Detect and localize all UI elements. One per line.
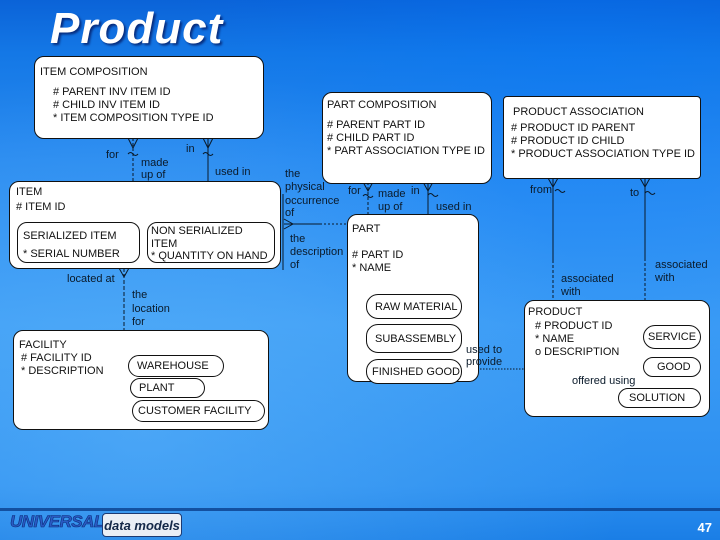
attribute: # CHILD PART ID xyxy=(327,132,415,144)
subtype-label: PLANT xyxy=(139,382,175,394)
rel-label-pc-made: made xyxy=(378,188,406,200)
subtype-label: SOLUTION xyxy=(629,392,686,404)
attribute: # ITEM ID xyxy=(16,201,66,213)
logo-data-models: data models xyxy=(102,513,182,537)
rel-label-ic-in: in xyxy=(186,143,195,155)
entity-name: FACILITY xyxy=(19,339,67,351)
attribute: * PART ASSOCIATION TYPE ID xyxy=(327,145,485,157)
subtype-label: SUBASSEMBLY xyxy=(375,332,457,345)
subtype-label: SERVICE xyxy=(648,331,697,343)
entity-name: PRODUCT xyxy=(528,306,583,318)
subtype-name-line1: NON SERIALIZED xyxy=(151,225,243,237)
entity-name: ITEM xyxy=(16,186,43,198)
rel-label-part-item-of: of xyxy=(290,259,300,271)
attribute: * PRODUCT ASSOCIATION TYPE ID xyxy=(511,148,695,160)
rel-label-pa-assoc-2a: associated xyxy=(655,259,708,271)
subtype-customer-facility[interactable]: CUSTOMER FACILITY xyxy=(132,400,265,422)
rel-label-ic-used-in: used in xyxy=(215,166,251,178)
rel-label-item-part-of: of xyxy=(285,207,295,219)
rel-label-offered-using: offered using xyxy=(572,375,636,387)
page-number: 47 xyxy=(697,520,712,535)
attribute: * SERIAL NUMBER xyxy=(23,248,120,260)
rel-label-pc-for: for xyxy=(348,185,361,197)
tilde-pa-to xyxy=(644,191,656,195)
subtype-name: SERIALIZED ITEM xyxy=(23,230,117,242)
rel-label-location-the: the xyxy=(132,289,148,301)
entity-product-association[interactable]: PRODUCT ASSOCIATION # PRODUCT ID PARENT … xyxy=(503,96,701,179)
rel-label-item-part-physical: physical xyxy=(285,181,325,193)
rel-label-located-at: located at xyxy=(67,273,115,285)
attribute: # PRODUCT ID PARENT xyxy=(511,122,636,134)
tilde-pa-from xyxy=(554,189,566,193)
rel-label-pc-in: in xyxy=(411,185,420,197)
rel-label-location-location: location xyxy=(132,303,170,315)
attribute: * NAME xyxy=(535,333,575,345)
subtype-good[interactable]: GOOD xyxy=(643,357,701,377)
footer-divider xyxy=(0,508,720,511)
subtype-label: CUSTOMER FACILITY xyxy=(138,405,252,417)
subtype-serialized-item[interactable]: SERIALIZED ITEM * SERIAL NUMBER xyxy=(17,222,140,263)
rel-label-pa-assoc-1a: associated xyxy=(561,273,614,285)
rel-label-location-for: for xyxy=(132,316,145,328)
rel-label-pa-from: from xyxy=(530,184,552,196)
rel-label-part-item-the: the xyxy=(290,233,306,245)
attribute: # PRODUCT ID xyxy=(535,320,613,332)
rel-label-ic-upof: up of xyxy=(141,169,166,181)
rel-label-pc-used-in: used in xyxy=(436,201,472,213)
entity-item[interactable]: ITEM # ITEM ID SERIALIZED ITEM * SERIAL … xyxy=(9,181,281,269)
rel-label-pa-assoc-1b: with xyxy=(561,286,581,298)
attribute: # CHILD INV ITEM ID xyxy=(53,99,160,111)
subtype-finished-good[interactable]: FINISHED GOOD xyxy=(366,359,462,384)
rel-label-part-item-description: description xyxy=(290,246,344,258)
subtype-non-serialized-item[interactable]: NON SERIALIZED ITEM * QUANTITY ON HAND xyxy=(147,222,275,263)
rel-label-ic-for: for xyxy=(106,149,119,161)
subtype-warehouse[interactable]: WAREHOUSE xyxy=(128,355,224,377)
attribute: # PARENT INV ITEM ID xyxy=(53,86,171,98)
attribute: * ITEM COMPOSITION TYPE ID xyxy=(53,112,214,124)
entity-item-composition[interactable]: ITEM COMPOSITION # PARENT INV ITEM ID # … xyxy=(34,56,264,139)
subtype-label: RAW MATERIAL xyxy=(375,300,458,313)
rel-label-pa-to: to xyxy=(630,187,640,199)
tilde-pc-in xyxy=(427,193,439,197)
subtype-solution[interactable]: SOLUTION xyxy=(618,388,701,408)
entity-name: PART COMPOSITION xyxy=(327,99,437,111)
attribute: * QUANTITY ON HAND xyxy=(151,250,268,262)
subtype-raw-material[interactable]: RAW MATERIAL xyxy=(366,294,462,319)
rel-label-item-part-the: the xyxy=(285,168,301,180)
rel-label-provide: provide xyxy=(466,356,503,368)
attribute: * NAME xyxy=(352,262,392,274)
attribute: # PART ID xyxy=(352,249,404,261)
subtype-plant[interactable]: PLANT xyxy=(130,378,205,398)
rel-label-pc-upof: up of xyxy=(378,201,403,213)
attribute: o DESCRIPTION xyxy=(535,346,620,358)
subtype-label: WAREHOUSE xyxy=(137,360,209,372)
logo-universal: UNIVERSAL xyxy=(10,512,105,532)
attribute: * DESCRIPTION xyxy=(21,365,104,377)
attribute: # PRODUCT ID CHILD xyxy=(511,135,625,147)
subtype-label: FINISHED GOOD xyxy=(372,365,461,378)
entity-part-composition[interactable]: PART COMPOSITION # PARENT PART ID # CHIL… xyxy=(322,92,492,184)
rel-label-pa-assoc-2b: with xyxy=(655,272,675,284)
attribute: # PARENT PART ID xyxy=(327,119,426,131)
attribute: # FACILITY ID xyxy=(21,352,92,364)
subtype-service[interactable]: SERVICE xyxy=(643,325,701,349)
entity-name: PART xyxy=(352,223,381,235)
subtype-label: GOOD xyxy=(657,361,691,373)
entity-name: ITEM COMPOSITION xyxy=(40,66,148,78)
entity-name: PRODUCT ASSOCIATION xyxy=(513,106,645,118)
subtype-subassembly[interactable]: SUBASSEMBLY xyxy=(366,324,462,353)
